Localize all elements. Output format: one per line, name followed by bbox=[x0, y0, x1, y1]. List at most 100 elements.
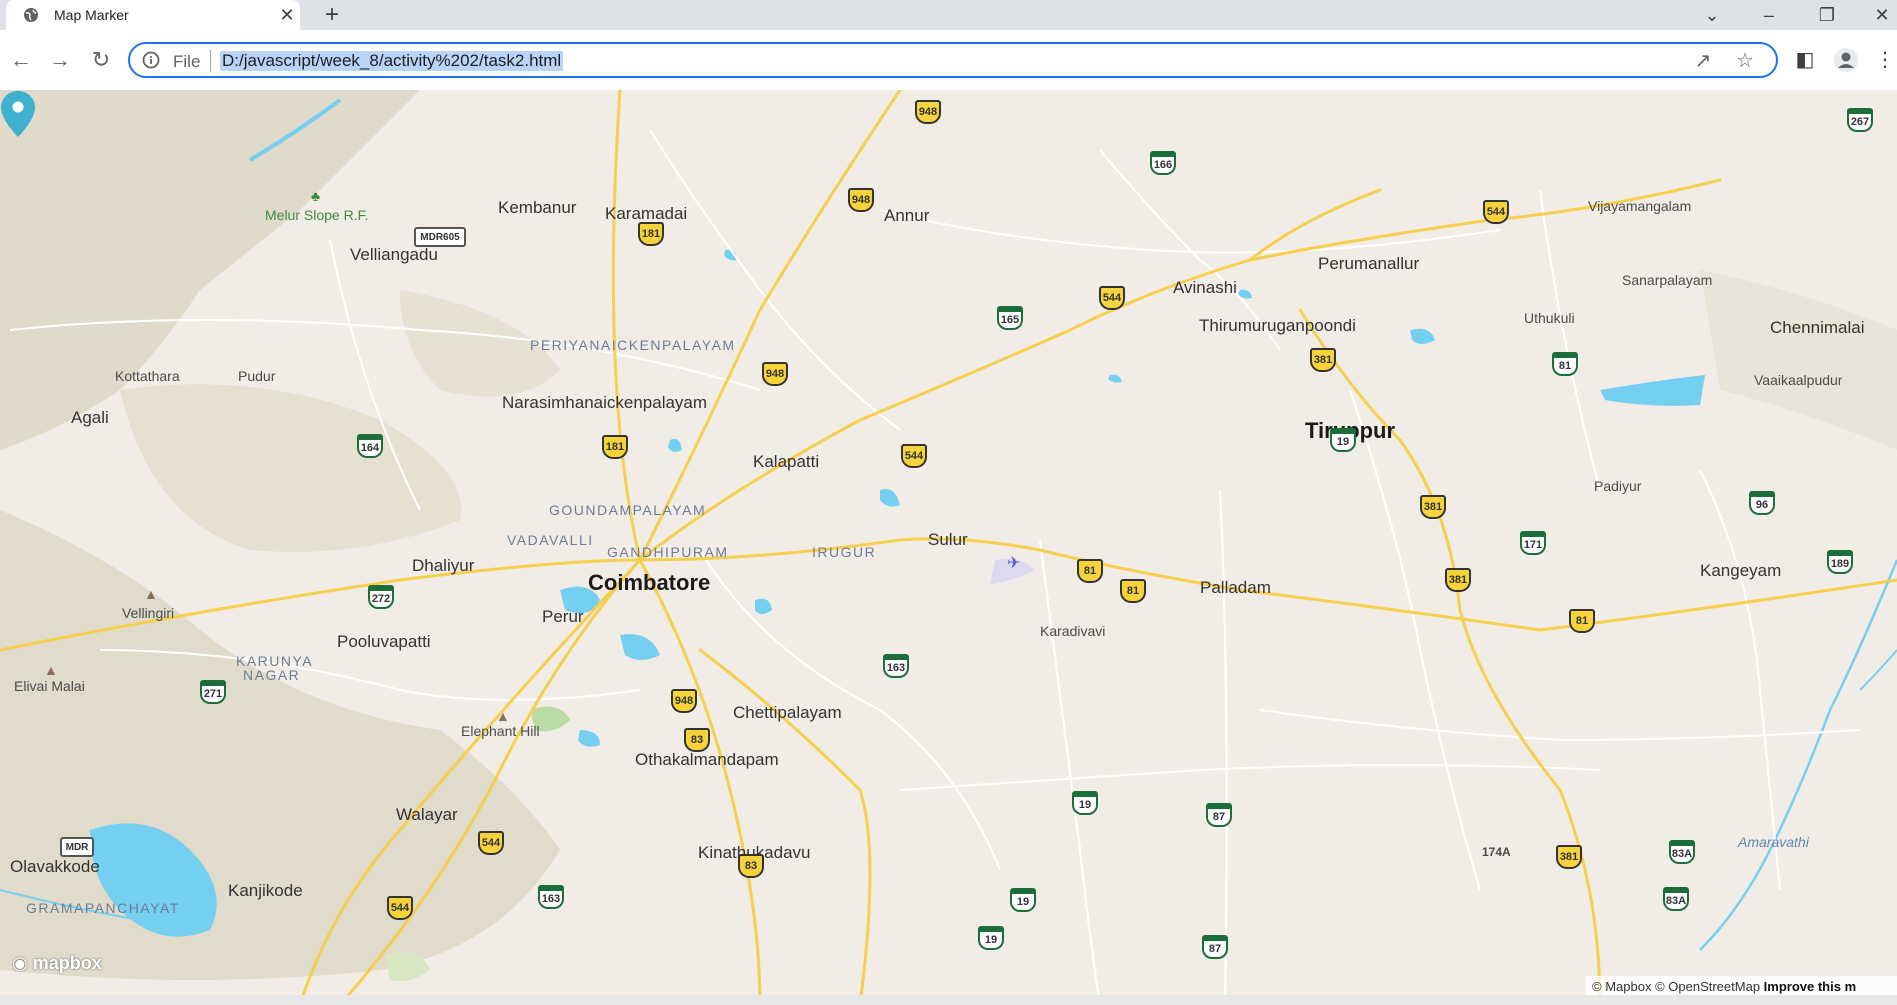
place-label: Karadivavi bbox=[1040, 623, 1106, 639]
place-label: Chennimalai bbox=[1770, 318, 1865, 337]
horizontal-scrollbar[interactable] bbox=[0, 995, 1897, 1005]
place-label: Perur bbox=[542, 607, 584, 626]
map-canvas[interactable]: ✈ Coimbatore Tiruppur Sulur Palladam Ann… bbox=[0, 90, 1897, 1005]
place-label: Othakalmandapam bbox=[635, 750, 779, 769]
place-label: Thirumuruganpoondi bbox=[1199, 316, 1356, 335]
place-label: Palladam bbox=[1200, 578, 1271, 597]
profile-avatar-icon[interactable] bbox=[1833, 47, 1859, 73]
road-shield: 544 bbox=[901, 444, 927, 468]
place-label: Vaaikaalpudur bbox=[1754, 372, 1843, 388]
place-label: Kalapatti bbox=[753, 452, 820, 471]
road-shield: 544 bbox=[1099, 286, 1125, 310]
map-marker-pin-icon[interactable] bbox=[0, 90, 36, 138]
road-shield: 181 bbox=[638, 222, 664, 246]
area-label: NAGAR bbox=[243, 667, 301, 683]
road-shield: 189 bbox=[1827, 550, 1853, 574]
more-menu-icon[interactable]: ⋮ bbox=[1872, 47, 1897, 73]
place-label: Kanjikode bbox=[228, 881, 303, 900]
road-shield: 19 bbox=[1010, 888, 1036, 912]
road-shield: 83 bbox=[684, 728, 710, 752]
place-label: Coimbatore bbox=[588, 570, 711, 595]
place-label: Narasimhanaickenpalayam bbox=[502, 393, 708, 412]
road-shield: 272 bbox=[368, 585, 394, 609]
restore-button[interactable]: ❐ bbox=[1815, 3, 1839, 27]
park-label: Melur Slope R.F. bbox=[265, 207, 369, 223]
tab-list-chevron-down-icon[interactable]: ⌄ bbox=[1700, 3, 1724, 27]
new-tab-button[interactable]: + bbox=[320, 3, 344, 27]
road-shield: 96 bbox=[1749, 491, 1775, 515]
road-shield: 83A bbox=[1669, 840, 1695, 864]
tab-map-marker[interactable]: Map Marker ✕ bbox=[6, 0, 300, 30]
peak-icon: ▲ bbox=[44, 662, 58, 678]
forward-arrow-icon[interactable]: → bbox=[47, 47, 73, 73]
place-label: Chettipalayam bbox=[733, 703, 842, 722]
road-shield: 166 bbox=[1150, 151, 1176, 175]
road-shield: 267 bbox=[1847, 108, 1873, 132]
place-label: Sulur bbox=[928, 530, 968, 549]
road-shield: 83 bbox=[738, 854, 764, 878]
road-shield: 181 bbox=[602, 435, 628, 459]
road-shield: 544 bbox=[478, 831, 504, 855]
tree-icon: ♣ bbox=[311, 188, 321, 204]
road-shield: 381 bbox=[1420, 495, 1446, 519]
road-shield: 83A bbox=[1663, 887, 1689, 911]
place-label: Dhaliyur bbox=[412, 556, 475, 575]
road-label: 174A bbox=[1482, 845, 1511, 859]
minimize-button[interactable]: – bbox=[1757, 3, 1781, 27]
road-shield: 544 bbox=[387, 896, 413, 920]
place-label: Annur bbox=[884, 206, 930, 225]
place-label: Elivai Malai bbox=[14, 678, 85, 694]
place-label: Vellingiri bbox=[122, 605, 175, 621]
place-label: Sanarpalayam bbox=[1622, 272, 1713, 288]
info-icon[interactable] bbox=[142, 51, 160, 69]
road-shield: 81 bbox=[1077, 559, 1103, 583]
scheme-label: File bbox=[173, 52, 201, 71]
road-shield: 544 bbox=[1483, 200, 1509, 224]
area-label: PERIYANAICKENPALAYAM bbox=[530, 337, 736, 353]
improve-map-link[interactable]: Improve this m bbox=[1764, 979, 1856, 994]
road-shield: 19 bbox=[1330, 428, 1356, 452]
road-shield: 87 bbox=[1206, 803, 1232, 827]
mapbox-logo[interactable]: ◉ mapbox bbox=[12, 953, 102, 979]
mapbox-logo-icon: ◉ bbox=[12, 953, 28, 973]
attribution-osm-link[interactable]: © OpenStreetMap bbox=[1655, 979, 1760, 994]
place-label: Kembanur bbox=[498, 198, 577, 217]
address-bar[interactable]: File D:/javascript/week_8/activity%202/t… bbox=[128, 42, 1778, 78]
road-shield: 19 bbox=[978, 926, 1004, 950]
place-label: Kottathara bbox=[115, 368, 180, 384]
peak-icon: ▲ bbox=[496, 708, 510, 724]
url-text[interactable]: D:/javascript/week_8/activity%202/task2.… bbox=[220, 51, 564, 71]
place-label: Avinashi bbox=[1173, 278, 1237, 297]
globe-icon bbox=[24, 8, 38, 22]
side-panel-icon[interactable]: ◧ bbox=[1792, 47, 1818, 73]
road-shield: 948 bbox=[671, 689, 697, 713]
road-shield: 381 bbox=[1310, 348, 1336, 372]
place-label: Velliangadu bbox=[350, 245, 438, 264]
road-shield: 165 bbox=[997, 306, 1023, 330]
place-label: Pooluvapatti bbox=[337, 632, 431, 651]
peak-icon: ▲ bbox=[144, 586, 158, 602]
attribution-mapbox-link[interactable]: © Mapbox bbox=[1592, 979, 1651, 994]
area-label: GOUNDAMPALAYAM bbox=[549, 502, 707, 518]
reload-icon[interactable]: ↻ bbox=[88, 47, 114, 73]
road-shield: 163 bbox=[538, 885, 564, 909]
road-shield: 271 bbox=[200, 680, 226, 704]
tab-title: Map Marker bbox=[54, 7, 129, 23]
road-shield: 19 bbox=[1072, 791, 1098, 815]
road-shield: 81 bbox=[1569, 609, 1595, 633]
road-shield: 381 bbox=[1556, 845, 1582, 869]
bookmark-star-icon[interactable]: ☆ bbox=[1734, 50, 1756, 72]
tab-strip: Map Marker ✕ + ⌄ – ❐ ✕ bbox=[0, 0, 1897, 30]
share-icon[interactable]: ↗ bbox=[1692, 50, 1714, 72]
back-arrow-icon[interactable]: ← bbox=[8, 47, 34, 73]
place-label: Uthukuli bbox=[1524, 310, 1575, 326]
place-label: Agali bbox=[71, 408, 109, 427]
close-tab-icon[interactable]: ✕ bbox=[278, 6, 296, 24]
road-shield: MDR bbox=[60, 837, 94, 857]
place-label: Kangeyam bbox=[1700, 561, 1782, 580]
area-label: GANDHIPURAM bbox=[607, 544, 729, 560]
road-shield: 164 bbox=[357, 434, 383, 458]
road-shield: 163 bbox=[883, 654, 909, 678]
browser-toolbar: ← → ↻ File D:/javascript/week_8/activity… bbox=[0, 30, 1897, 90]
close-window-button[interactable]: ✕ bbox=[1870, 3, 1894, 27]
